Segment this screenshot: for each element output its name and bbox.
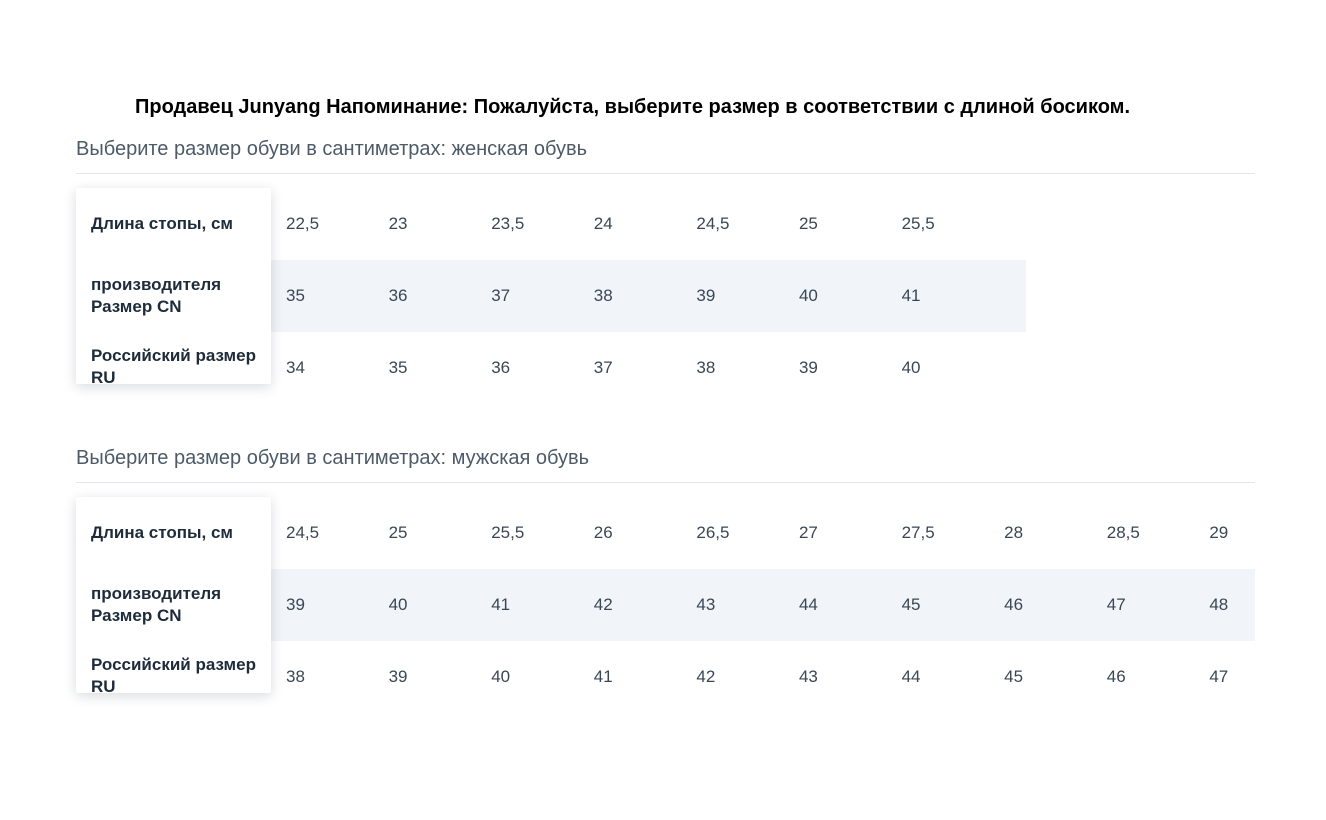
table-cell: 38	[286, 667, 305, 686]
table-cell: 34	[286, 358, 305, 377]
table-cell: 23,5	[491, 214, 525, 233]
row-header-cn-size: производителя Размер CN	[91, 275, 222, 316]
table-cell: 35	[286, 286, 305, 305]
table-cell: 37	[593, 358, 613, 377]
table-cell: 40	[798, 286, 818, 305]
table-cell: 23	[388, 214, 408, 233]
table-cell: 22,5	[286, 214, 320, 233]
row-header-foot-length: Длина стопы, см	[91, 523, 234, 542]
table-cell: 27,5	[901, 523, 935, 542]
table-cell: 25,5	[901, 214, 935, 233]
women-size-table: Длина стопы, см производителя Размер CN …	[76, 188, 1255, 404]
row-header-ru-size: Российский размер RU	[91, 346, 256, 384]
table-cell: 39	[286, 595, 305, 614]
table-cell: 39	[388, 667, 408, 686]
table-cell: 46	[1004, 595, 1024, 614]
table-cell: 41	[593, 667, 613, 686]
table-cell: 25,5	[491, 523, 525, 542]
table-cell: 26,5	[696, 523, 730, 542]
table-cell: 24,5	[286, 523, 320, 542]
men-size-section: Выберите размер обуви в сантиметрах: муж…	[76, 443, 1255, 713]
table-cell: 29	[1209, 523, 1229, 542]
table-cell: 41	[491, 595, 511, 614]
table-cell: 27	[798, 523, 818, 542]
men-row-headers: Длина стопы, см производителя Размер CN …	[76, 497, 271, 693]
table-cell: 43	[798, 667, 818, 686]
table-cell: 42	[593, 595, 613, 614]
women-size-title: Выберите размер обуви в сантиметрах: жен…	[76, 134, 1255, 174]
table-cell: 47	[1106, 595, 1126, 614]
table-cell: 24,5	[696, 214, 730, 233]
women-size-section: Выберите размер обуви в сантиметрах: жен…	[76, 134, 1255, 404]
table-cell: 45	[1004, 667, 1024, 686]
table-cell: 39	[798, 358, 818, 377]
table-cell: 43	[696, 595, 716, 614]
table-cell: 25	[798, 214, 818, 233]
table-cell: 46	[1106, 667, 1126, 686]
table-cell: 40	[388, 595, 408, 614]
row-header-cn-size: производителя Размер CN	[91, 584, 222, 625]
table-cell: 44	[901, 667, 921, 686]
table-cell: 35	[388, 358, 408, 377]
table-cell: 40	[901, 358, 921, 377]
table-cell: 36	[491, 358, 511, 377]
table-cell: 48	[1209, 595, 1229, 614]
table-cell: 28	[1004, 523, 1024, 542]
women-row-headers: Длина стопы, см производителя Размер CN …	[76, 188, 271, 384]
table-cell: 44	[798, 595, 818, 614]
row-header-ru-size: Российский размер RU	[91, 655, 256, 693]
table-cell: 25	[388, 523, 408, 542]
table-cell: 26	[593, 523, 613, 542]
table-cell: 45	[901, 595, 921, 614]
table-cell: 37	[491, 286, 511, 305]
row-header-foot-length: Длина стопы, см	[91, 214, 234, 233]
table-cell: 41	[901, 286, 921, 305]
table-cell: 38	[593, 286, 613, 305]
men-size-title: Выберите размер обуви в сантиметрах: муж…	[76, 443, 1255, 483]
table-cell: 47	[1209, 667, 1229, 686]
table-cell: 28,5	[1106, 523, 1140, 542]
table-cell: 36	[388, 286, 408, 305]
seller-notice: Продавец Junyang Напоминание: Пожалуйста…	[135, 96, 1130, 118]
table-cell: 40	[491, 667, 511, 686]
table-cell: 39	[696, 286, 716, 305]
table-cell: 24	[593, 214, 613, 233]
men-size-table: Длина стопы, см производителя Размер CN …	[76, 497, 1255, 713]
table-cell: 38	[696, 358, 716, 377]
table-cell: 42	[696, 667, 716, 686]
